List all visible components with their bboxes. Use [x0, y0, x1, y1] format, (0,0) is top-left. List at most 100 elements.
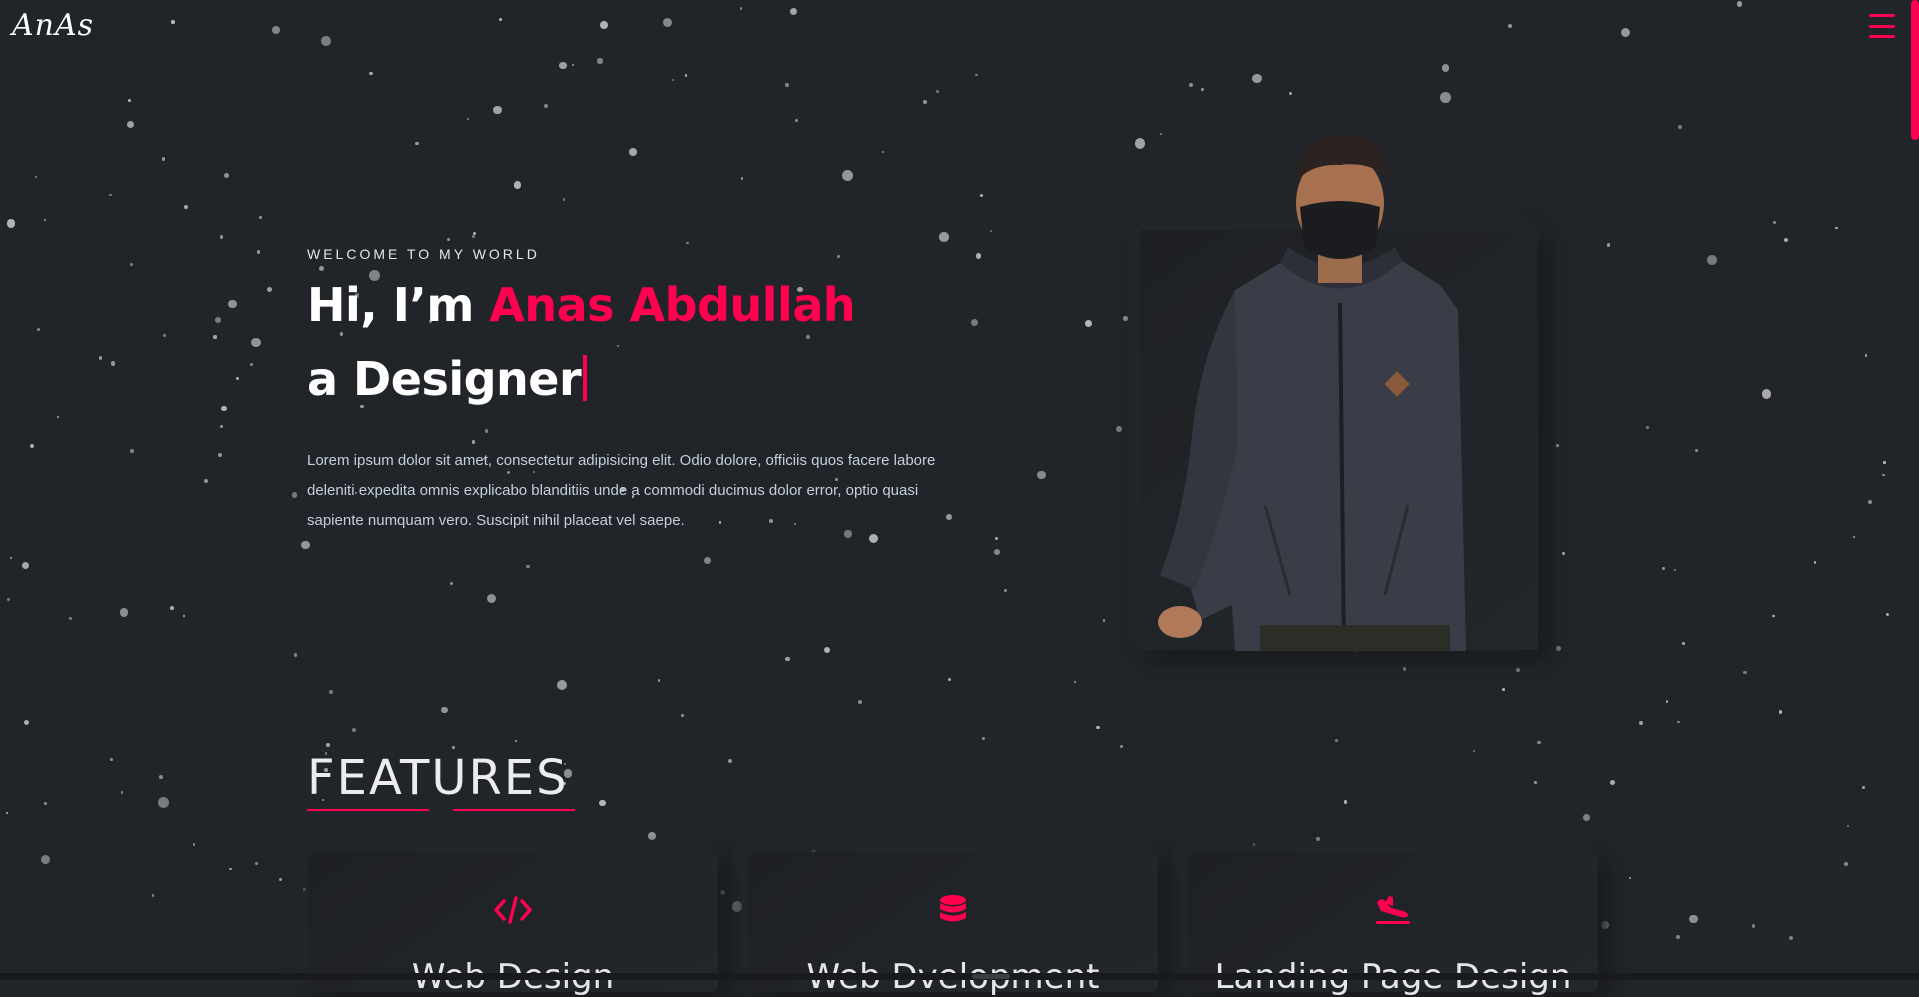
- hamburger-menu-icon[interactable]: [1869, 14, 1895, 38]
- particle-dot: [29, 443, 34, 448]
- particle-dot: [686, 241, 689, 245]
- feature-card-web-design[interactable]: Web Design: [308, 852, 718, 997]
- particle-dot: [303, 888, 307, 891]
- feature-card-landing-page-design[interactable]: Landing Page Design: [1188, 852, 1598, 997]
- site-logo[interactable]: AnAs: [12, 8, 94, 43]
- particle-dot: [599, 20, 608, 29]
- particle-dot: [1582, 813, 1591, 822]
- particle-dot: [7, 597, 10, 601]
- particle-dot: [259, 216, 263, 220]
- particle-dot: [1502, 688, 1505, 691]
- particle-dot: [719, 890, 725, 896]
- hero-headline: Hi, I’m Anas Abdullah a Designer: [307, 268, 957, 416]
- particle-dot: [1536, 740, 1541, 745]
- particle-dot: [1639, 721, 1643, 726]
- particle-dot: [493, 105, 502, 115]
- particle-dot: [571, 63, 575, 67]
- particle-dot: [684, 74, 688, 77]
- particle-dot: [663, 17, 673, 27]
- particle-dot: [1761, 389, 1772, 399]
- particle-dot: [291, 492, 298, 498]
- particle-dot: [795, 119, 798, 123]
- particle-dot: [1440, 92, 1452, 104]
- database-icon: [940, 895, 966, 922]
- particle-dot: [158, 797, 169, 808]
- horizontal-scrollbar-thumb[interactable]: [972, 974, 1010, 979]
- particle-dot: [325, 743, 330, 748]
- particle-dot: [472, 235, 475, 238]
- particle-dot: [486, 593, 497, 604]
- scrollbar-thumb[interactable]: [1911, 0, 1919, 140]
- particle-dot: [1555, 645, 1561, 651]
- particle-dot: [979, 194, 983, 198]
- particle-dot: [785, 83, 789, 87]
- hero-name: Anas Abdullah: [489, 278, 856, 332]
- particle-dot: [1534, 781, 1537, 784]
- particle-dot: [1694, 448, 1698, 452]
- particle-dot: [451, 746, 455, 750]
- particle-dot: [499, 18, 502, 22]
- particle-dot: [657, 679, 661, 682]
- particle-dot: [213, 335, 217, 339]
- particle-dot: [472, 232, 476, 236]
- particle-dot: [24, 720, 30, 726]
- particle-dot: [109, 193, 112, 197]
- particle-dot: [110, 758, 113, 761]
- particle-dot: [881, 151, 884, 154]
- particle-dot: [1508, 23, 1513, 28]
- particle-dot: [34, 176, 37, 179]
- scrollbar-track[interactable]: [1911, 0, 1919, 975]
- particle-dot: [44, 218, 47, 221]
- particle-dot: [1252, 843, 1256, 847]
- particle-dot: [214, 316, 221, 323]
- feature-card-web-development[interactable]: Web Dvelopment: [748, 852, 1158, 997]
- particle-dot: [68, 616, 73, 621]
- particle-dot: [44, 802, 47, 805]
- hero-description: Lorem ipsum dolor sit amet, consectetur …: [307, 452, 936, 529]
- particle-dot: [184, 204, 188, 209]
- particle-dot: [1628, 877, 1631, 880]
- particle-dot: [218, 452, 223, 457]
- particle-dot: [1885, 612, 1889, 616]
- particle-dot: [224, 172, 229, 178]
- heading-underline-right: [453, 809, 575, 811]
- particle-dot: [221, 405, 227, 412]
- particle-dot: [982, 736, 986, 740]
- particle-dot: [1123, 316, 1128, 322]
- horizontal-scrollbar[interactable]: [0, 973, 1919, 980]
- particle-dot: [1864, 354, 1868, 357]
- particle-dot: [278, 878, 283, 882]
- particle-dot: [1844, 862, 1848, 866]
- particle-dot: [321, 36, 332, 46]
- particle-dot: [119, 608, 129, 617]
- particle-dot: [1402, 667, 1407, 671]
- particle-dot: [599, 799, 606, 806]
- particle-dot: [1751, 924, 1756, 928]
- particle-dot: [741, 177, 744, 180]
- particle-dot: [110, 361, 116, 366]
- particle-dot: [151, 893, 155, 897]
- particle-dot: [922, 100, 927, 105]
- particle-dot: [935, 89, 940, 94]
- particle-dot: [329, 690, 333, 694]
- particle-background: [0, 0, 1919, 980]
- particle-dot: [1609, 779, 1615, 785]
- particle-dot: [1607, 243, 1611, 247]
- particle-dot: [703, 556, 711, 564]
- particle-dot: [204, 479, 208, 483]
- particle-dot: [513, 181, 522, 189]
- particle-dot: [1772, 614, 1775, 618]
- particle-dot: [5, 812, 8, 815]
- hero-section: WELCOME TO MY WORLD Hi, I’m Anas Abdulla…: [307, 246, 957, 551]
- particle-dot: [971, 319, 979, 326]
- features-heading: FEATURES: [307, 750, 569, 806]
- particle-dot: [182, 614, 185, 617]
- particle-dot: [271, 25, 280, 34]
- particle-dot: [1004, 588, 1008, 592]
- particle-dot: [1778, 710, 1782, 714]
- particle-dot: [254, 861, 258, 865]
- particle-dot: [37, 328, 40, 331]
- particle-dot: [858, 699, 863, 704]
- particle-dot: [1772, 220, 1777, 225]
- particle-dot: [823, 647, 830, 654]
